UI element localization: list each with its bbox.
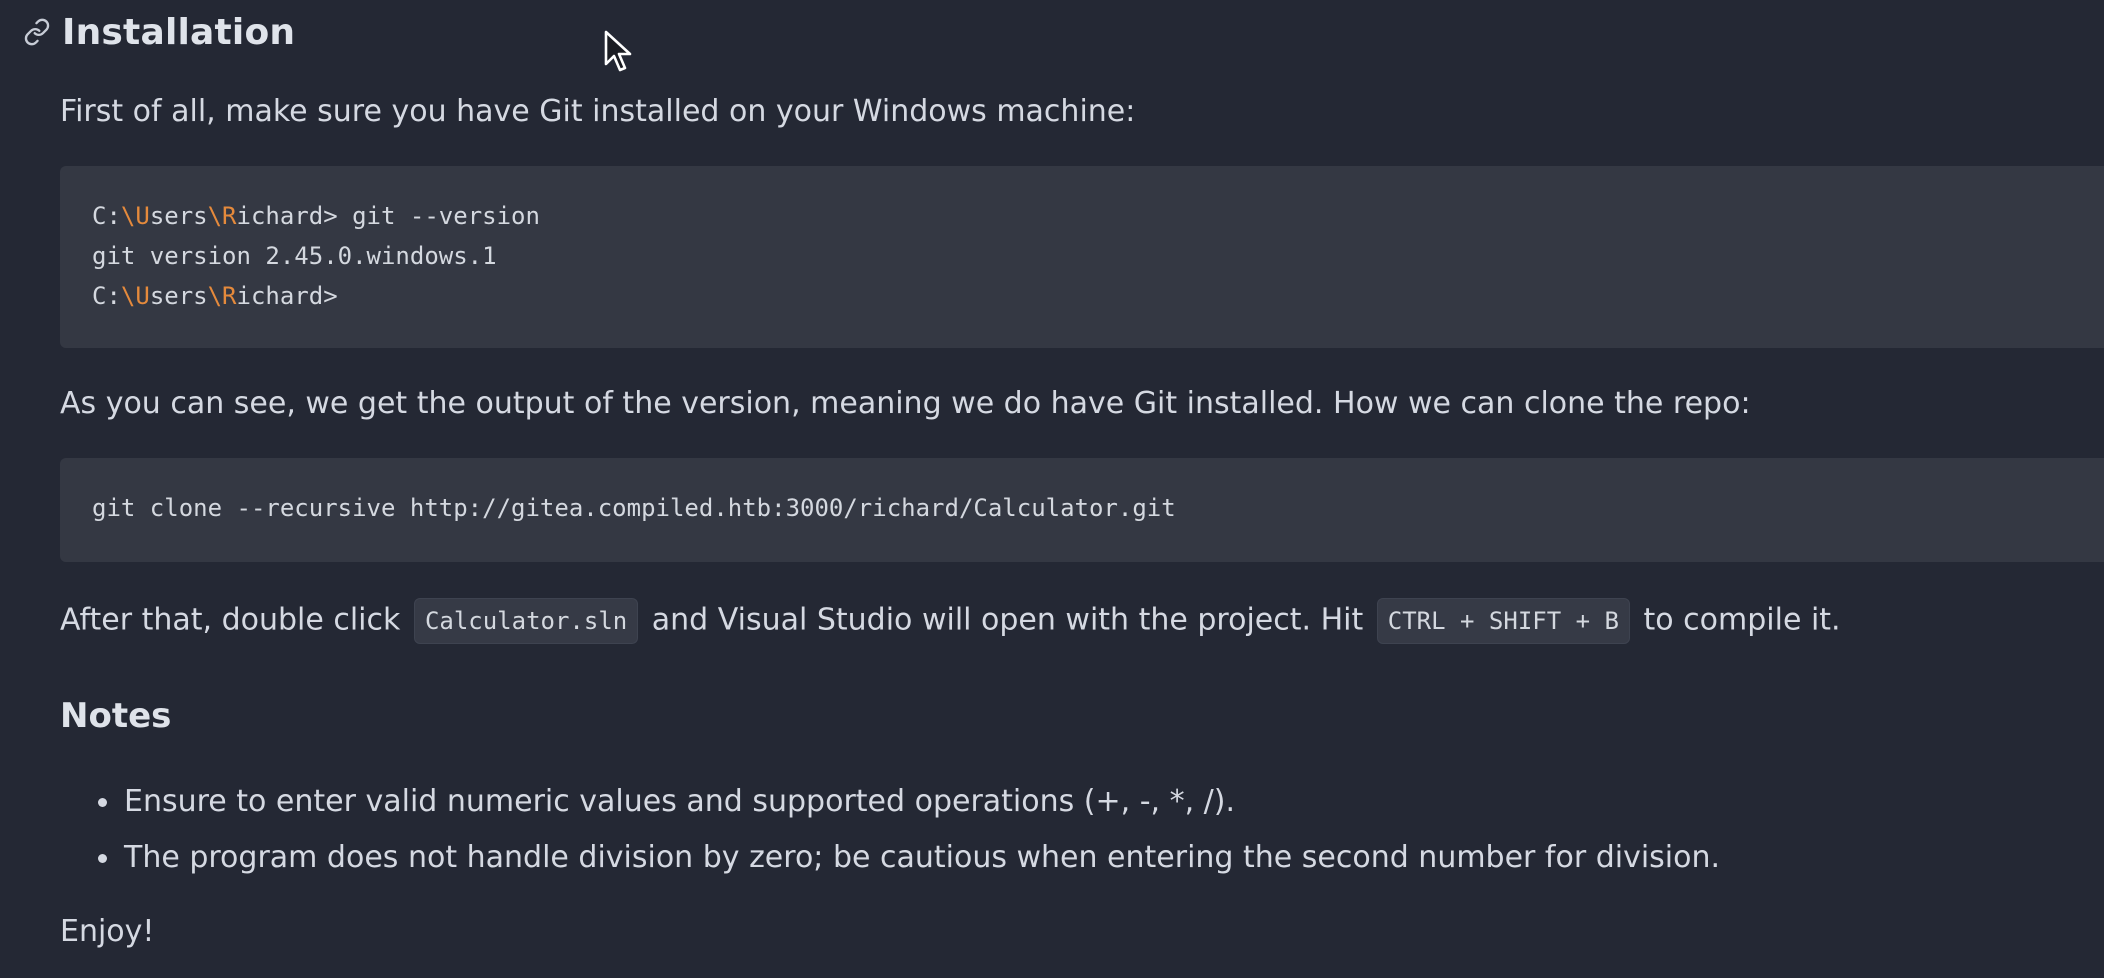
intro-paragraph: First of all, make sure you have Git ins… xyxy=(60,94,1136,129)
list-item: The program does not handle division by … xyxy=(60,830,1720,886)
closing-text: Enjoy! xyxy=(60,914,155,949)
notes-list: Ensure to enter valid numeric values and… xyxy=(60,774,1720,886)
git-version-code-block[interactable]: C:\Users\Richard> git --version git vers… xyxy=(60,166,2104,348)
mouse-cursor-icon xyxy=(604,30,632,72)
inline-code-shortcut: CTRL + SHIFT + B xyxy=(1376,598,1630,644)
bullet-icon xyxy=(98,798,107,807)
code-line-1: C:\Users\Richard> git --version xyxy=(92,202,540,230)
installation-heading: Installation xyxy=(20,10,295,54)
git-clone-code-block[interactable]: git clone --recursive http://gitea.compi… xyxy=(60,458,2104,562)
list-item: Ensure to enter valid numeric values and… xyxy=(60,774,1720,830)
readme-page: Installation First of all, make sure you… xyxy=(0,0,2104,978)
version-explanation-paragraph: As you can see, we get the output of the… xyxy=(60,386,1751,421)
code-line-2: git version 2.45.0.windows.1 xyxy=(92,242,497,270)
compile-instructions-paragraph: After that, double click Calculator.sln … xyxy=(60,598,1841,644)
code-line-3: C:\Users\Richard> xyxy=(92,282,338,310)
link-icon[interactable] xyxy=(20,15,54,49)
bullet-icon xyxy=(98,854,107,863)
installation-title: Installation xyxy=(62,11,296,53)
inline-code-solution-file: Calculator.sln xyxy=(413,598,639,644)
clone-command: git clone --recursive http://gitea.compi… xyxy=(92,494,1176,522)
notes-heading: Notes xyxy=(60,696,172,736)
